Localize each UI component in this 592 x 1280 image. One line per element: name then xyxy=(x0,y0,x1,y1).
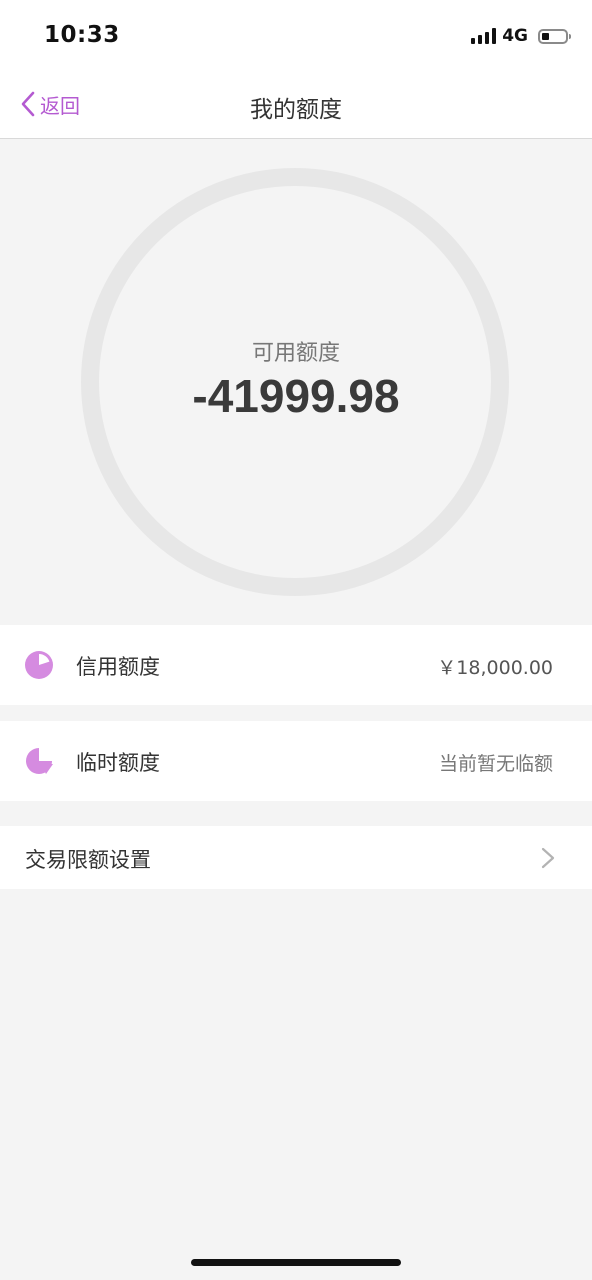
status-time: 10:33 xyxy=(44,22,120,48)
available-credit-panel: 可用额度 -41999.98 xyxy=(0,139,592,625)
transaction-limit-settings-label: 交易限额设置 xyxy=(25,848,151,872)
network-label: 4G xyxy=(502,26,528,46)
page-title: 我的额度 xyxy=(250,97,342,123)
temporary-limit-value: 当前暂无临额 xyxy=(438,753,553,775)
chevron-right-icon xyxy=(541,847,555,869)
signal-icon xyxy=(471,28,497,44)
status-indicators: 4G xyxy=(471,24,571,48)
credit-limit-value: ￥18,000.00 xyxy=(437,657,553,679)
credit-limit-label: 信用额度 xyxy=(76,655,160,679)
status-bar: 10:33 4G xyxy=(0,0,592,70)
battery-icon xyxy=(538,28,571,44)
credit-limit-row: 信用额度 ￥18,000.00 xyxy=(0,625,592,705)
available-credit-label: 可用额度 xyxy=(251,341,340,366)
nav-bar: 返回 我的额度 xyxy=(0,70,592,139)
home-indicator[interactable] xyxy=(191,1259,401,1266)
temporary-limit-label: 临时额度 xyxy=(76,751,160,775)
transaction-limit-settings-row[interactable]: 交易限额设置 xyxy=(0,826,592,889)
pie-chart-slice-icon xyxy=(26,748,53,774)
available-credit-value: -41999.98 xyxy=(192,370,400,422)
pie-chart-icon xyxy=(25,651,53,679)
temporary-limit-row: 临时额度 当前暂无临额 xyxy=(0,721,592,801)
